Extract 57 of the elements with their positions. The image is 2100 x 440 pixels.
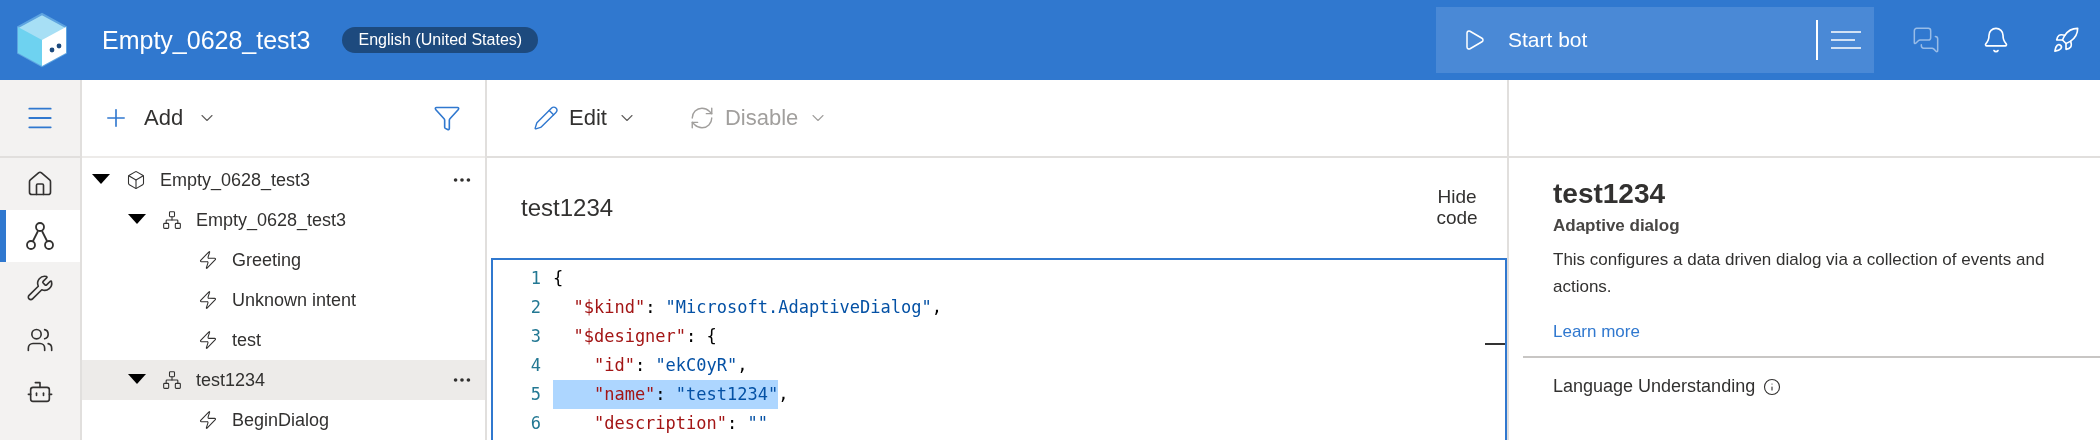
code-line: { — [553, 267, 565, 290]
sitemap-icon — [162, 210, 182, 230]
tree-item[interactable]: test — [82, 320, 485, 360]
line-number: 2 — [529, 296, 542, 319]
caret-down-icon[interactable] — [128, 374, 146, 386]
code-line: "name": "test1234", — [553, 380, 1505, 409]
tree-item[interactable]: Empty_0628_test3 — [82, 160, 485, 200]
tree-item[interactable]: Greeting — [82, 240, 485, 280]
caret-down-icon[interactable] — [128, 214, 146, 226]
properties-subtitle: Adaptive dialog — [1553, 216, 1681, 236]
sitemap-icon — [162, 370, 182, 390]
learn-more-link[interactable]: Learn more — [1553, 322, 1640, 343]
cube-icon — [126, 170, 146, 190]
lightning-icon — [198, 330, 218, 350]
lines-icon — [1831, 30, 1861, 50]
project-title: Empty_0628_test3 — [102, 25, 311, 55]
line-number: 1 — [529, 267, 542, 290]
lightning-icon — [198, 250, 218, 270]
tree-item[interactable]: Unknown intent — [82, 280, 485, 320]
tree-item-label: Empty_0628_test3 — [196, 209, 347, 231]
logo-icon — [16, 12, 68, 68]
add-button[interactable]: Add — [96, 103, 224, 133]
code-line: "$designer": { — [572, 325, 718, 348]
dialog-title: test1234 — [521, 194, 614, 222]
tree-item-label: test1234 — [196, 369, 266, 391]
tree-item-label: Empty_0628_test3 — [160, 169, 311, 191]
line-number: 6 — [529, 412, 542, 435]
flow-icon — [25, 221, 55, 251]
properties-description: This configures a data driven dialog via a collection of events and actions. — [1553, 249, 2046, 299]
code-editor[interactable]: 1 2 3 4 5 6 { "$kind": "Microsoft.AdaptiveDialog", "$designer": { "id": "ekC0yR", "name": "test1234", "description": "" — [491, 258, 1507, 440]
line-number: 3 — [529, 325, 542, 348]
lightning-icon — [198, 290, 218, 310]
code-line: "$kind": "Microsoft.AdaptiveDialog", — [572, 296, 943, 319]
tree-item-label: test — [232, 329, 261, 351]
code-line: "id": "ekC0yR", — [592, 354, 749, 377]
hide-code-button[interactable]: Hide code — [1427, 186, 1487, 230]
edit-button[interactable]: Edit — [527, 104, 643, 132]
line-number: 4 — [529, 354, 542, 377]
caret-down-icon[interactable] — [92, 174, 110, 186]
wrench-icon — [26, 274, 54, 302]
tree-item-label: Greeting — [232, 249, 302, 271]
tree-item-label: Unknown intent — [232, 289, 357, 311]
home-icon — [26, 170, 54, 198]
section-title: Language Understanding — [1553, 376, 1756, 398]
tree-item-label: BeginDialog — [232, 409, 330, 431]
nav-item[interactable] — [0, 210, 80, 262]
tree-item[interactable]: test1234 — [82, 360, 485, 400]
properties-title: test1234 — [1553, 178, 1667, 210]
tree-item[interactable]: Empty_0628_test3 — [82, 200, 485, 240]
line-number: 5 — [529, 383, 542, 406]
people-icon — [26, 326, 54, 354]
pencil-icon — [533, 105, 559, 131]
locale-badge: English (United States) — [342, 27, 539, 53]
tree-item[interactable]: BeginDialog — [82, 400, 485, 440]
info-icon[interactable] — [1763, 377, 1782, 396]
lightning-icon — [198, 410, 218, 430]
code-line: "description": "" — [592, 412, 769, 435]
